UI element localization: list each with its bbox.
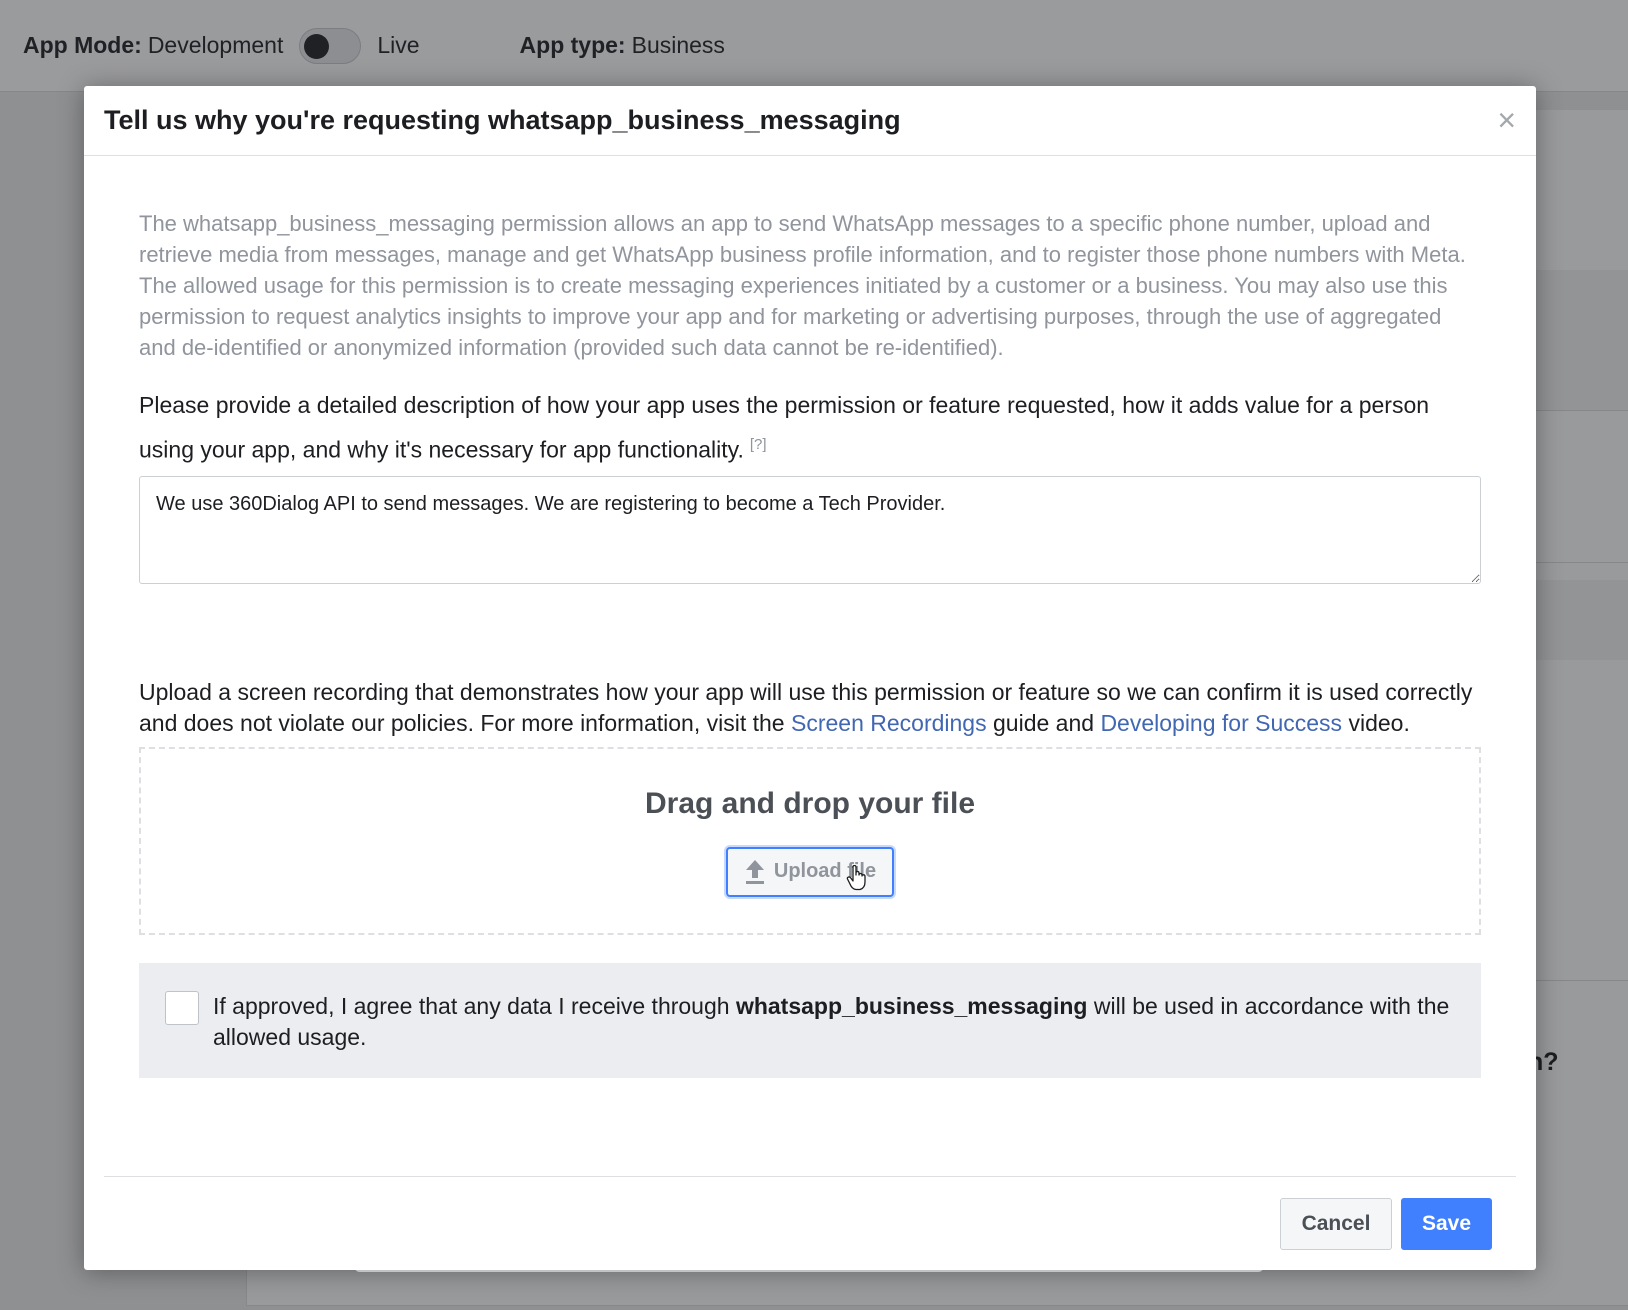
permission-description: The whatsapp_business_messaging permissi… bbox=[139, 211, 1466, 360]
hand-cursor-icon bbox=[846, 864, 868, 897]
dialog-title: Tell us why you're requesting whatsapp_b… bbox=[104, 105, 901, 135]
cancel-button[interactable]: Cancel bbox=[1280, 1198, 1392, 1250]
app-mode-label: App Mode: bbox=[23, 32, 142, 58]
help-marker[interactable]: [?] bbox=[750, 436, 767, 453]
save-button[interactable]: Save bbox=[1401, 1198, 1492, 1250]
permission-request-dialog: Tell us why you're requesting whatsapp_b… bbox=[84, 86, 1536, 1270]
screen-recordings-link[interactable]: Screen Recordings bbox=[791, 710, 987, 736]
agreement-checkbox[interactable] bbox=[165, 990, 199, 1025]
description-prompt-text: Please provide a detailed description of… bbox=[139, 392, 1430, 463]
agreement-box: If approved, I agree that any data I rec… bbox=[139, 962, 1481, 1078]
upload-file-button[interactable]: Upload file bbox=[726, 846, 894, 897]
file-dropzone[interactable]: Drag and drop your file Upload file bbox=[139, 746, 1481, 935]
toggle-knob bbox=[304, 33, 330, 59]
description-prompt: Please provide a detailed description of… bbox=[139, 385, 1481, 470]
agreement-text: If approved, I agree that any data I rec… bbox=[213, 991, 1455, 1053]
close-icon[interactable]: × bbox=[1497, 104, 1516, 136]
app-mode-toggle[interactable] bbox=[299, 27, 362, 64]
app-type-label: App type: bbox=[519, 32, 626, 58]
app-mode-bar: App Mode: Development Live App type: Bus… bbox=[0, 0, 1628, 92]
dialog-body: The whatsapp_business_messaging permissi… bbox=[139, 156, 1481, 1078]
app-mode-value: Development bbox=[147, 32, 284, 58]
upload-arrow-icon bbox=[744, 859, 766, 885]
app-type-value: Business bbox=[631, 32, 725, 58]
usage-description-textarea[interactable]: We use 360Dialog API to send messages. W… bbox=[139, 475, 1481, 584]
agreement-text-start: If approved, I agree that any data I rec… bbox=[213, 992, 730, 1019]
live-label: Live bbox=[377, 32, 420, 58]
dialog-footer: Cancel Save bbox=[104, 1176, 1516, 1270]
developing-for-success-link[interactable]: Developing for Success bbox=[1100, 710, 1342, 736]
upload-instructions-middle: guide and bbox=[993, 709, 1095, 736]
dropzone-title: Drag and drop your file bbox=[644, 786, 976, 820]
upload-instructions: Upload a screen recording that demonstra… bbox=[139, 677, 1481, 739]
dialog-header: Tell us why you're requesting whatsapp_b… bbox=[84, 86, 1536, 156]
upload-instructions-end: video. bbox=[1348, 709, 1410, 736]
agreement-permission-name: whatsapp_business_messaging bbox=[735, 992, 1088, 1019]
